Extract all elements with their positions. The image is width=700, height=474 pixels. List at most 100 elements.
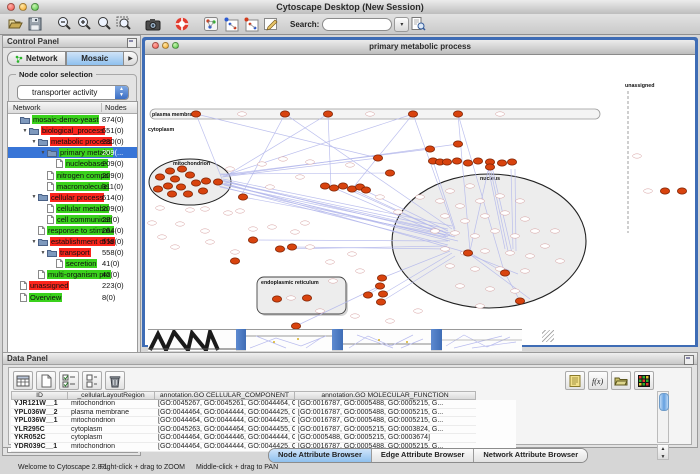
background-window-edge[interactable] [431,329,442,350]
network-node[interactable] [170,176,179,182]
network-node[interactable] [463,160,472,166]
network-node[interactable] [442,159,451,165]
tree-item-cell-communicat[interactable]: cell communicat22(0) [8,214,137,225]
network-node[interactable] [155,174,164,180]
network-node[interactable] [497,160,506,166]
expand-arrow-icon[interactable]: ▼ [30,239,38,245]
network-node[interactable] [272,296,281,302]
notes-icon[interactable] [565,371,585,390]
network-node[interactable] [408,111,417,117]
network-node[interactable] [275,246,284,252]
network-node[interactable] [377,275,386,281]
function-builder-icon[interactable]: f(x) [588,371,608,390]
table-row[interactable]: YLR295Ccytoplasm[GO:0045263, GO:0044464,… [11,426,516,435]
delete-attribute-icon[interactable] [105,371,125,390]
snapshot-icon[interactable] [144,15,162,33]
import-attributes-icon[interactable] [611,371,631,390]
network-node[interactable] [515,298,524,304]
background-window-edge[interactable] [236,329,246,350]
tree-item-establishment-of-lo[interactable]: ▼establishment of lo558(0) [8,236,137,247]
expand-arrow-icon[interactable]: ▼ [30,194,38,200]
network-window-titlebar[interactable]: primary metabolic process [145,40,695,55]
network-node[interactable] [452,158,461,164]
scrollbar-thumb[interactable] [659,393,669,411]
network-node[interactable] [201,178,210,184]
network-node[interactable] [425,146,434,152]
network-node[interactable] [191,180,200,186]
network-node[interactable] [385,170,394,176]
network-node[interactable] [473,158,482,164]
network-node[interactable] [375,283,384,289]
network-node[interactable] [320,183,329,189]
network-node[interactable] [287,244,296,250]
background-window-thumbnail[interactable] [246,329,332,351]
table-scrollbar[interactable] [657,391,669,443]
network-node[interactable] [238,194,247,200]
network-node[interactable] [191,111,200,117]
tree-item-multi-organism-pro[interactable]: multi-organism pro42(0) [8,269,137,280]
expand-arrow-icon[interactable]: ▼ [30,139,38,145]
network-node[interactable] [453,141,462,147]
table-row[interactable]: YPL036W__1mitochondrion[GO:0044464, GO:0… [11,417,516,426]
search-input[interactable] [322,18,392,31]
new-attribute-icon[interactable] [36,371,56,390]
network-node[interactable] [198,188,207,194]
background-window-edge[interactable] [332,329,343,350]
network-node[interactable] [230,258,239,264]
network-node[interactable] [280,111,289,117]
layout-blue-icon[interactable] [222,15,240,33]
tree-item-secretion[interactable]: secretion41(0) [8,258,137,269]
network-node[interactable] [660,188,669,194]
float-panel-icon[interactable] [127,38,137,48]
background-window-thumbnail[interactable] [442,329,522,351]
network-node[interactable] [378,291,387,297]
table-row[interactable]: YKR052Ccytoplasm[GO:0044464, GO:0044446,… [11,434,516,443]
column-header-1[interactable]: _cellularLayoutRegion [68,391,155,400]
table-row[interactable]: YJR121W__1mitochondrion[GO:0045267, GO:0… [11,400,516,409]
network-node[interactable] [153,186,162,192]
tree-item-macromolecule[interactable]: macromolecule311(0) [8,181,137,192]
network-node[interactable] [329,185,338,191]
network-node[interactable] [485,164,494,170]
tree-item-mosaic-demo-yeast[interactable]: mosaic-demo-yeast874(0) [8,114,137,125]
zoom-selected-icon[interactable] [115,15,133,33]
window-resize-grip[interactable] [542,330,554,342]
network-node[interactable] [363,292,372,298]
tab-edge-attribute-browser[interactable]: Edge Attribute Browser [372,449,474,462]
network-node[interactable] [213,179,222,185]
annotation-icon[interactable] [262,15,280,33]
tab-network-attribute-browser[interactable]: Network Attribute Browser [474,449,587,462]
layout-red-icon[interactable] [242,15,260,33]
table-row[interactable]: YPL036W__2plasma membrane[GO:0044464, GO… [11,409,516,418]
network-node[interactable] [177,166,186,172]
tab-mosaic[interactable]: Mosaic [66,51,125,66]
network-node[interactable] [183,191,192,197]
expand-arrow-icon[interactable]: ▼ [39,150,47,156]
column-header-0[interactable]: ID [11,391,68,400]
float-panel-icon[interactable] [684,355,694,365]
network-node[interactable] [373,155,382,161]
tab-overflow-button[interactable]: ▶ [124,51,138,66]
matrix-icon[interactable] [634,371,654,390]
network-node[interactable] [677,188,686,194]
network-node[interactable] [361,187,370,193]
zoom-in-icon[interactable] [75,15,93,33]
background-window-thumbnail[interactable] [343,329,431,351]
tree-item-biological-process[interactable]: ▼biological_process651(0) [8,125,137,136]
expand-arrow-icon[interactable]: ▼ [39,250,47,256]
search-dropdown-button[interactable]: ▾ [394,17,409,32]
tab-node-attribute-browser[interactable]: Node Attribute Browser [269,449,372,462]
node-color-dropdown[interactable]: transporter activity ▲▼ [17,85,129,100]
tree-item-unassigned[interactable]: unassigned223(0) [8,280,137,291]
open-file-icon[interactable] [6,15,24,33]
table-icon[interactable] [13,371,33,390]
expand-arrow-icon[interactable]: ▼ [21,128,29,134]
network-node[interactable] [500,270,509,276]
zoom-fit-icon[interactable] [95,15,113,33]
tree-item-nucleobase-[interactable]: nucleobase-209(0) [8,158,137,169]
network-node[interactable] [185,172,194,178]
network-overview-icon[interactable] [202,15,220,33]
network-node[interactable] [165,168,174,174]
select-attributes-icon[interactable] [59,371,79,390]
save-icon[interactable] [26,15,44,33]
